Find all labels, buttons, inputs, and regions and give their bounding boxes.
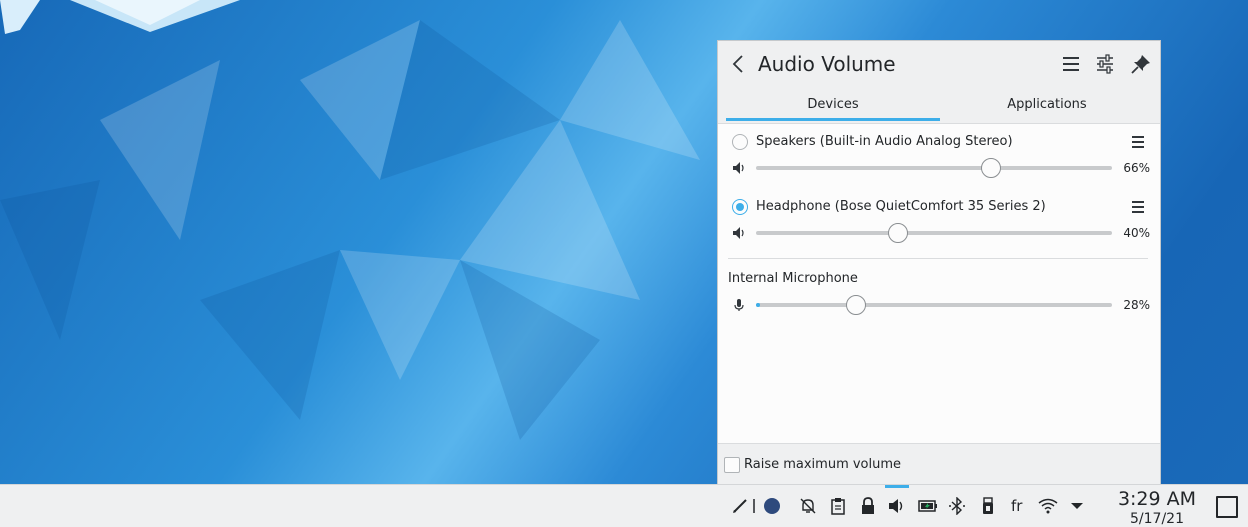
devices-list: Speakers (Built-in Audio Analog Stereo) … (718, 123, 1160, 443)
slider-track (756, 231, 1112, 235)
section-divider (728, 258, 1148, 259)
show-desktop-button[interactable] (1216, 496, 1238, 518)
volume-percent: 40% (1123, 226, 1150, 240)
microphone-volume-slider[interactable] (756, 295, 1112, 315)
device-menu-icon[interactable] (1130, 134, 1146, 150)
active-tray-indicator (885, 485, 909, 488)
microphone-icon[interactable] (732, 298, 746, 312)
slider-track (756, 303, 1112, 307)
device-row-headphone: Headphone (Bose QuietComfort 35 Series 2… (718, 189, 1160, 249)
tab-applications[interactable]: Applications (940, 93, 1154, 121)
headphone-volume-slider[interactable] (756, 223, 1112, 243)
pin-icon[interactable] (1130, 53, 1152, 75)
pen-icon[interactable] (731, 497, 749, 515)
popup-title: Audio Volume (758, 52, 896, 76)
configure-sliders-icon[interactable] (1094, 53, 1116, 75)
popup-header: Audio Volume (718, 41, 1160, 87)
device-menu-icon[interactable] (1130, 199, 1146, 215)
slider-handle[interactable] (888, 223, 909, 243)
clock-time[interactable]: 3:29 AM (1110, 488, 1204, 510)
slider-handle[interactable] (845, 295, 866, 315)
popup-footer: Raise maximum volume (718, 443, 1160, 485)
hamburger-menu-icon[interactable] (1060, 53, 1082, 75)
taskbar: fr 3:29 AM 5/17/21 (0, 484, 1248, 527)
back-icon[interactable] (728, 52, 748, 76)
notifications-disabled-icon[interactable] (799, 497, 817, 515)
volume-icon[interactable] (888, 497, 906, 515)
device-name: Headphone (Bose QuietComfort 35 Series 2… (756, 199, 1046, 214)
volume-percent: 66% (1123, 161, 1150, 175)
tab-bar: Devices Applications (726, 93, 1154, 121)
clipboard-icon[interactable] (829, 497, 847, 515)
slider-handle[interactable] (980, 158, 1001, 178)
battery-icon[interactable] (918, 497, 938, 515)
wifi-icon[interactable] (1038, 497, 1058, 515)
expand-tray-icon[interactable] (1068, 497, 1086, 515)
volume-percent: 28% (1123, 298, 1150, 312)
default-device-radio[interactable] (732, 199, 748, 215)
slider-track (756, 166, 1112, 170)
bluetooth-icon[interactable] (948, 497, 966, 515)
lock-icon[interactable] (859, 497, 877, 515)
device-row-speakers: Speakers (Built-in Audio Analog Stereo) … (718, 124, 1160, 184)
separator-icon (753, 499, 755, 513)
default-device-radio[interactable] (732, 134, 748, 150)
raise-max-volume-checkbox[interactable] (724, 457, 740, 473)
tab-devices[interactable]: Devices (726, 93, 940, 121)
slider-level-indicator (756, 303, 760, 307)
clock-date[interactable]: 5/17/21 (1110, 511, 1204, 527)
device-name: Speakers (Built-in Audio Analog Stereo) (756, 134, 1013, 149)
speaker-mute-toggle-icon[interactable] (732, 226, 746, 240)
speaker-mute-toggle-icon[interactable] (732, 161, 746, 175)
keyboard-layout-indicator[interactable]: fr (1011, 497, 1022, 515)
speakers-volume-slider[interactable] (756, 158, 1112, 178)
usb-device-icon[interactable] (979, 497, 997, 515)
color-dot-icon[interactable] (763, 497, 781, 515)
raise-max-volume-label[interactable]: Raise maximum volume (744, 457, 901, 472)
audio-volume-popup: Audio Volume Devices Applications Speake… (717, 40, 1161, 485)
microphone-label: Internal Microphone (728, 271, 858, 286)
